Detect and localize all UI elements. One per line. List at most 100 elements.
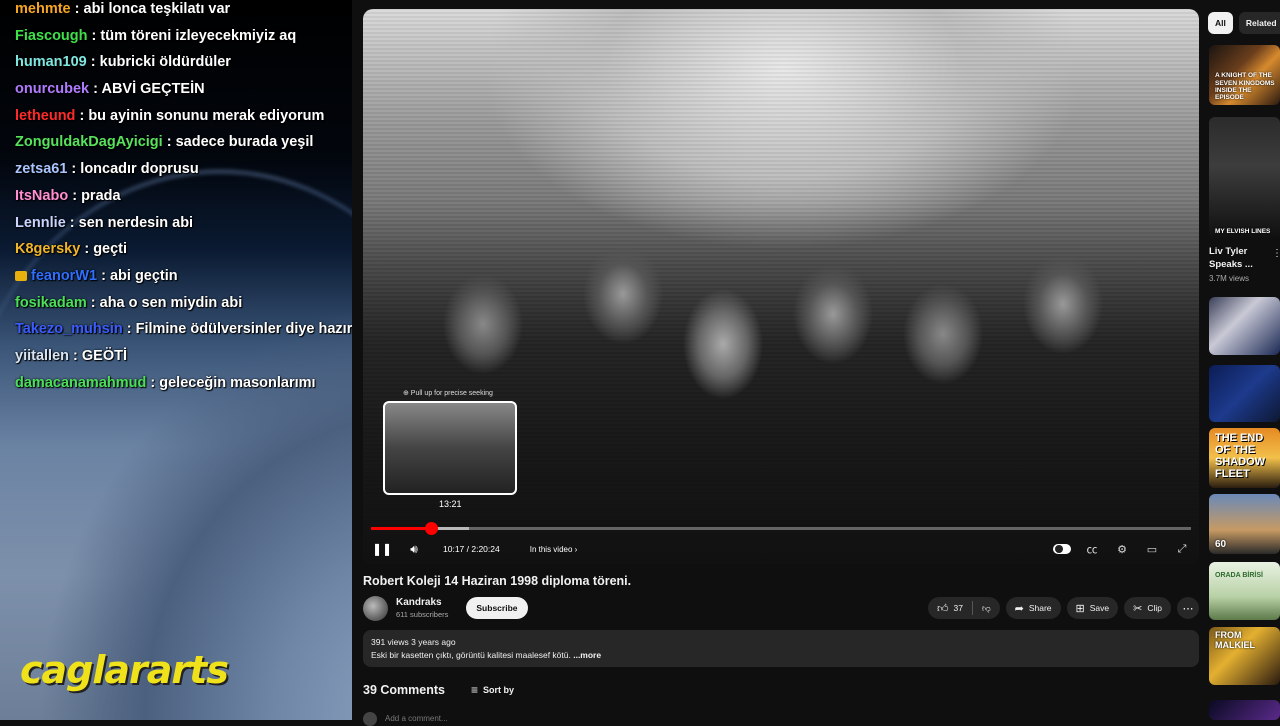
chapter-button[interactable]: In this video › <box>530 545 578 554</box>
related-thumbnail[interactable] <box>1209 365 1280 422</box>
kebab-menu-icon[interactable]: ⋮ <box>1272 248 1280 259</box>
dislike-button[interactable]: 👎︎ <box>973 597 1000 619</box>
theater-mode-icon[interactable]: ▭ <box>1143 541 1161 557</box>
chat-username[interactable]: mehmte <box>15 1 71 17</box>
like-button[interactable]: 👍︎ 37 <box>928 597 972 619</box>
chat-message: letheund : bu ayinin sonunu merak ediyor… <box>15 107 325 124</box>
thumbnail-text: FROM MALKIEL <box>1215 630 1255 650</box>
progress-bar[interactable] <box>371 522 1191 535</box>
channel-avatar[interactable] <box>363 595 388 621</box>
toggle-icon <box>1053 544 1071 554</box>
chat-username[interactable]: onurcubek <box>15 81 89 97</box>
chat-message-text: geleceğin masonlarımı <box>159 374 316 391</box>
seek-preview-time: 13:21 <box>439 499 462 509</box>
chat-username[interactable]: human109 <box>15 54 87 70</box>
chat-username[interactable]: damacanamahmud <box>15 375 146 391</box>
share-button[interactable]: ➦ Share <box>1005 597 1061 619</box>
thumbnail-text: MY ELVISH LINES <box>1215 227 1271 235</box>
captions-icon[interactable]: ㏄ <box>1083 541 1101 557</box>
save-playlist-icon: ⊞ <box>1075 602 1085 615</box>
pause-icon[interactable]: ❚❚ <box>371 540 393 558</box>
chat-message: human109 : kubricki öldürdüler <box>15 54 231 71</box>
like-dislike-group: 👍︎ 37 👎︎ <box>928 597 1000 619</box>
chat-username[interactable]: feanorW1 <box>31 268 97 284</box>
save-button[interactable]: ⊞ Save <box>1066 597 1119 619</box>
related-thumbnail[interactable] <box>1209 700 1280 720</box>
clip-button[interactable]: ✂ Clip <box>1124 597 1171 619</box>
chip-related[interactable]: Related <box>1238 12 1280 34</box>
subscribe-button[interactable]: Subscribe <box>466 597 528 619</box>
related-thumbnail[interactable]: 60 <box>1209 494 1280 554</box>
chat-username[interactable]: Fiascough <box>15 28 88 44</box>
chat-message: mehmte : abi lonca teşkilatı var <box>15 1 231 17</box>
chat-username[interactable]: Takezo_muhsin <box>15 321 123 337</box>
autoplay-toggle[interactable] <box>1053 541 1071 557</box>
share-label: Share <box>1028 603 1052 613</box>
description-text: Eski bir kasetten çıktı, görüntü kalites… <box>371 650 601 660</box>
channel-name[interactable]: Kandraks <box>396 597 448 608</box>
add-comment-placeholder: Add a comment... <box>385 714 448 724</box>
related-thumbnail[interactable]: ORADA BİRİSİ <box>1209 562 1280 620</box>
chat-message-text: ABVİ GEÇTEİN <box>101 81 205 98</box>
add-comment-field[interactable]: Add a comment... <box>363 712 448 726</box>
related-title-line2: Speaks ... <box>1209 259 1253 270</box>
chat-username[interactable]: zetsa61 <box>15 161 67 177</box>
more-actions-icon[interactable]: ⋯ <box>1177 597 1199 619</box>
view-stats: 391 views 3 years ago <box>371 637 456 647</box>
chat-message: yiitallen : GEÖTİ <box>15 347 128 364</box>
settings-gear-icon[interactable]: ⚙ <box>1113 541 1131 557</box>
save-label: Save <box>1089 603 1110 613</box>
progress-played <box>371 527 431 530</box>
chat-username[interactable]: ItsNabo <box>15 188 68 204</box>
player-controls: ❚❚ 🔊︎ 10:17 / 2:20:24 In this video › ㏄ … <box>371 539 1191 559</box>
related-video-title[interactable]: Liv Tyler Speaks ... <box>1209 245 1253 271</box>
chat-username[interactable]: yiitallen <box>15 348 69 364</box>
sort-label: Sort by <box>483 685 515 695</box>
chat-username[interactable]: Lennlie <box>15 215 66 231</box>
thumbnail-text: ORADA BİRİSİ <box>1215 572 1263 579</box>
chat-message-text: sen nerdesin abi <box>78 214 194 231</box>
related-thumbnail[interactable]: A KNIGHT OF THE SEVEN KINGDOMS INSIDE TH… <box>1209 45 1280 105</box>
video-frame <box>363 204 1199 564</box>
chat-overlay: mehmte : abi lonca teşkilatı var Fiascoug… <box>0 0 352 720</box>
chat-message: feanorW1 : abi geçtin <box>15 263 352 290</box>
subscriber-badge-icon <box>15 270 27 281</box>
clip-label: Clip <box>1147 603 1162 613</box>
related-thumbnail[interactable] <box>1209 297 1280 355</box>
time-display: 10:17 / 2:20:24 <box>443 544 500 554</box>
thumbnail-text: 60 <box>1215 539 1227 550</box>
chat-message-text: abi geçtin <box>109 267 178 284</box>
chat-message: ItsNabo : prada <box>15 187 121 204</box>
chat-message-text: loncadır doprusu <box>80 161 199 178</box>
chat-message-text: GEÖTİ <box>81 347 128 364</box>
fullscreen-icon[interactable]: ⤢ <box>1173 541 1191 557</box>
progress-scrubber[interactable] <box>424 522 438 535</box>
chat-message: zetsa61 : loncadır doprusu <box>15 161 199 178</box>
chapter-label: In this video <box>529 544 573 554</box>
related-thumbnail-featured[interactable]: MY ELVISH LINES <box>1209 117 1280 239</box>
chat-message-text: sadece burada yeşil <box>175 134 314 151</box>
seek-preview-thumbnail <box>383 401 517 495</box>
chat-username[interactable]: fosikadam <box>15 295 87 311</box>
thumbs-down-icon: 👎︎ <box>981 602 991 613</box>
chat-message-text: aha o sen miydin abi <box>99 294 243 311</box>
seek-hint: ⊕ Pull up for precise seeking <box>403 390 493 397</box>
chat-message: ZonguldakDagAyicigi : sadece burada yeşi… <box>15 134 314 151</box>
thumbnail-text: A KNIGHT OF THE SEVEN KINGDOMS INSIDE TH… <box>1215 72 1275 101</box>
chat-username[interactable]: K8gersky <box>15 241 80 257</box>
thumbnail-text: THE END OF THE SHADOW FLEET <box>1215 432 1266 481</box>
related-thumbnail[interactable]: FROM MALKIEL <box>1209 627 1280 685</box>
more-link[interactable]: ...more <box>573 650 601 660</box>
chat-message-text: tüm töreni izleyecekmiyiz aq <box>100 27 297 44</box>
chip-all[interactable]: All <box>1208 12 1233 34</box>
sort-by-button[interactable]: ≡ Sort by <box>471 683 514 697</box>
chat-username[interactable]: ZonguldakDagAyicigi <box>15 134 163 150</box>
volume-icon[interactable]: 🔊︎ <box>403 540 425 558</box>
video-player[interactable]: ⊕ Pull up for precise seeking 13:21 ❚❚ 🔊… <box>363 9 1199 564</box>
chat-message-text: bu ayinin sonunu merak ediyorum <box>88 107 325 124</box>
description-box[interactable]: 391 views 3 years ago Eski bir kasetten … <box>363 630 1199 667</box>
related-thumbnail[interactable]: THE END OF THE SHADOW FLEET <box>1209 428 1280 488</box>
chat-username[interactable]: letheund <box>15 108 75 124</box>
comments-count: 39 Comments <box>363 683 445 697</box>
chat-message: K8gersky : geçti <box>15 241 128 258</box>
